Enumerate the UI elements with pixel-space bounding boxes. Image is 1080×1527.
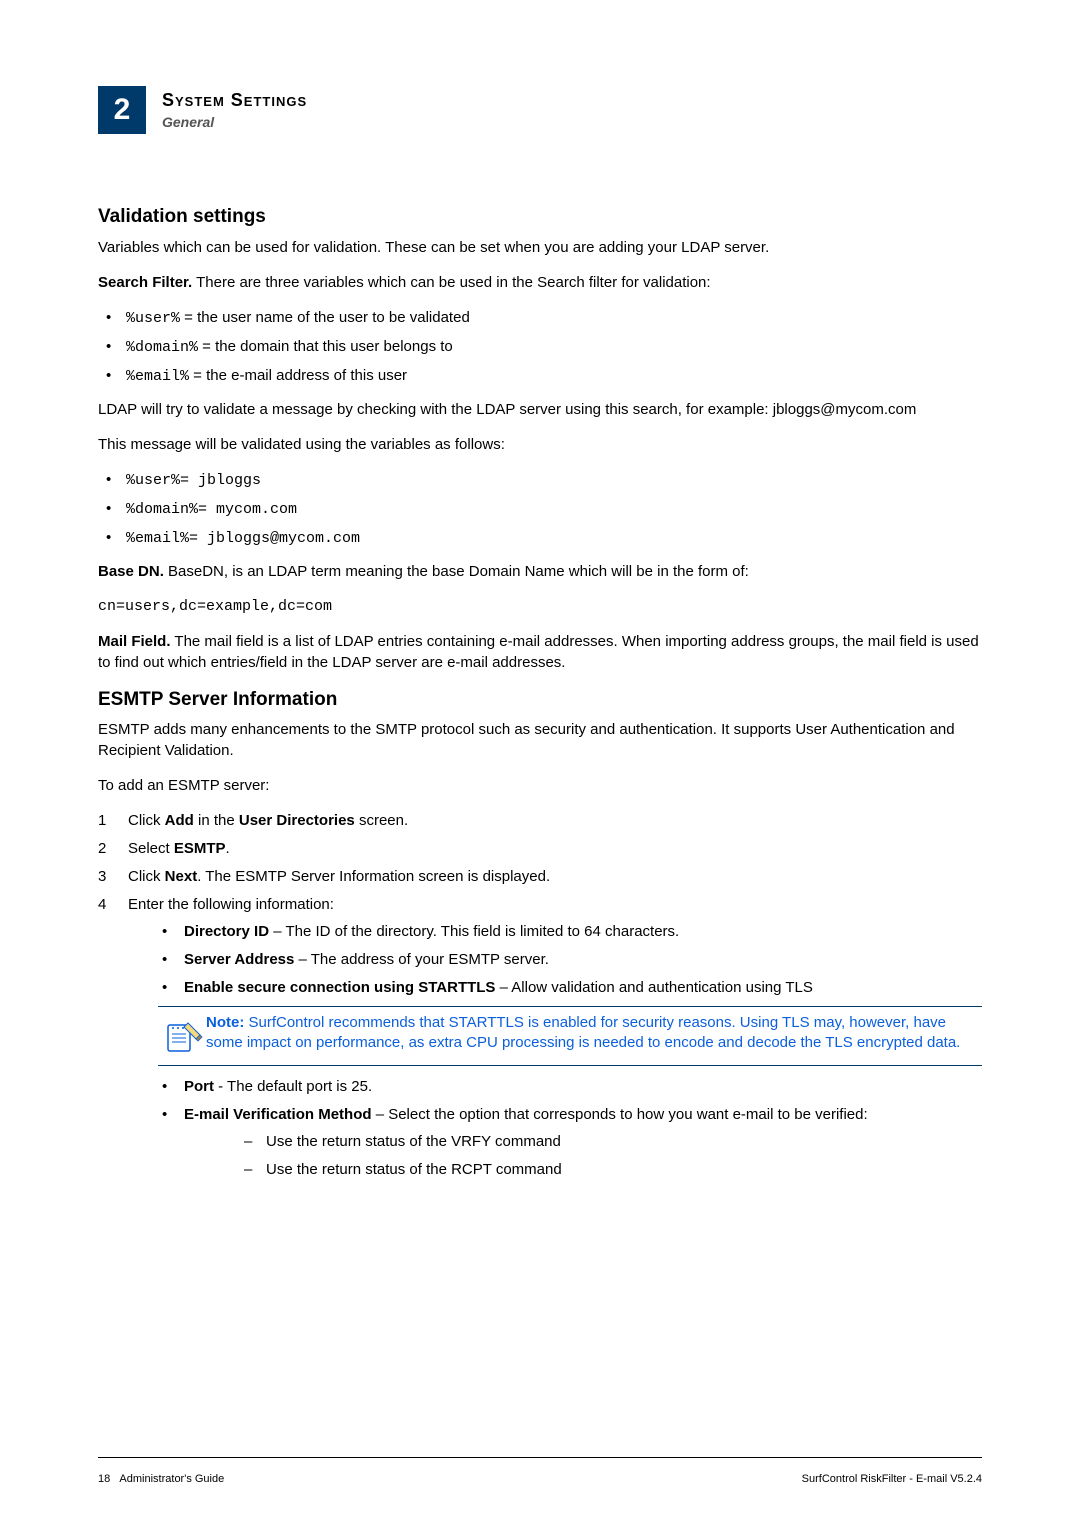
esmtp-add-intro: To add an ESMTP server: xyxy=(98,775,982,796)
list-item: %user%= jbloggs xyxy=(98,469,982,491)
step-4-fields: Directory ID – The ID of the directory. … xyxy=(128,921,982,998)
guide-name: Administrator's Guide xyxy=(119,1473,224,1485)
search-filter-label: Search Filter. xyxy=(98,274,192,291)
validated-code: %email%= jbloggs@mycom.com xyxy=(126,530,360,547)
step-text: Select ESMTP. xyxy=(128,840,230,857)
step-text: Click Add in the User Directories screen… xyxy=(128,812,408,829)
var-code: %domain% xyxy=(126,339,198,356)
mail-field-text: The mail field is a list of LDAP entries… xyxy=(98,633,979,671)
var-code: %email% xyxy=(126,368,189,385)
step-4: 4 Enter the following information: Direc… xyxy=(98,894,982,1180)
header-title: System Settings xyxy=(162,88,307,113)
field-verification: E-mail Verification Method – Select the … xyxy=(128,1104,982,1180)
step-text: Click Next. The ESMTP Server Information… xyxy=(128,868,550,885)
header-titles: System Settings General xyxy=(162,86,307,133)
validated-code: %domain%= mycom.com xyxy=(126,501,297,518)
list-item: %user% = the user name of the user to be… xyxy=(98,307,982,329)
list-item: %email%= jbloggs@mycom.com xyxy=(98,527,982,549)
chapter-number: 2 xyxy=(114,89,131,131)
base-dn-text: BaseDN, is an LDAP term meaning the base… xyxy=(164,563,749,580)
step-3: 3 Click Next. The ESMTP Server Informati… xyxy=(98,866,982,887)
field-port: Port - The default port is 25. xyxy=(128,1076,982,1097)
base-dn-label: Base DN. xyxy=(98,563,164,580)
list-item: %domain%= mycom.com xyxy=(98,498,982,520)
step-1: 1 Click Add in the User Directories scre… xyxy=(98,810,982,831)
footer-line: 18 Administrator's Guide SurfControl Ris… xyxy=(98,1472,982,1487)
note-body: SurfControl recommends that STARTTLS is … xyxy=(206,1014,960,1051)
search-filter-text: There are three variables which can be u… xyxy=(192,274,710,291)
search-filter-line: Search Filter. There are three variables… xyxy=(98,272,982,293)
ldap-try: LDAP will try to validate a message by c… xyxy=(98,399,982,420)
footer-rule xyxy=(98,1457,982,1458)
step-text: Enter the following information: xyxy=(128,896,334,913)
footer-left: 18 Administrator's Guide xyxy=(98,1472,224,1487)
heading-validation: Validation settings xyxy=(98,204,982,231)
mail-field-line: Mail Field. The mail field is a list of … xyxy=(98,631,982,673)
list-item: %email% = the e-mail address of this use… xyxy=(98,365,982,387)
page-header: 2 System Settings General xyxy=(98,86,982,134)
note-box: Note: SurfControl recommends that STARTT… xyxy=(158,1006,982,1066)
note-label: Note: xyxy=(206,1014,244,1031)
var-text: = the e-mail address of this user xyxy=(189,367,407,384)
validated-list: %user%= jbloggs %domain%= mycom.com %ema… xyxy=(98,469,982,549)
esmtp-intro: ESMTP adds many enhancements to the SMTP… xyxy=(98,719,982,761)
field-directory-id: Directory ID – The ID of the directory. … xyxy=(128,921,982,942)
field-starttls: Enable secure connection using STARTTLS … xyxy=(128,977,982,998)
verify-option: Use the return status of the VRFY comman… xyxy=(184,1131,982,1152)
footer-right: SurfControl RiskFilter - E-mail V5.2.4 xyxy=(802,1472,982,1487)
field-server-address: Server Address – The address of your ESM… xyxy=(128,949,982,970)
step-2: 2 Select ESMTP. xyxy=(98,838,982,859)
verify-option: Use the return status of the RCPT comman… xyxy=(184,1159,982,1180)
note-text: Note: SurfControl recommends that STARTT… xyxy=(206,1013,982,1059)
page-footer: 18 Administrator's Guide SurfControl Ris… xyxy=(98,1439,982,1487)
list-item: %domain% = the domain that this user bel… xyxy=(98,336,982,358)
validation-intro: Variables which can be used for validati… xyxy=(98,237,982,258)
step-4-fields-cont: Port - The default port is 25. E-mail Ve… xyxy=(128,1076,982,1180)
esmtp-steps: 1 Click Add in the User Directories scre… xyxy=(98,810,982,1180)
verification-options: Use the return status of the VRFY comman… xyxy=(184,1131,982,1180)
base-dn-line: Base DN. BaseDN, is an LDAP term meaning… xyxy=(98,561,982,582)
page-number: 18 xyxy=(98,1473,110,1485)
note-icon xyxy=(158,1013,206,1059)
validated-code: %user%= jbloggs xyxy=(126,472,261,489)
var-text: = the domain that this user belongs to xyxy=(198,338,453,355)
var-code: %user% xyxy=(126,310,180,327)
search-filter-vars: %user% = the user name of the user to be… xyxy=(98,307,982,387)
header-subtitle: General xyxy=(162,113,307,133)
chapter-number-box: 2 xyxy=(98,86,146,134)
base-dn-code: cn=users,dc=example,dc=com xyxy=(98,596,982,617)
validated-intro: This message will be validated using the… xyxy=(98,434,982,455)
mail-field-label: Mail Field. xyxy=(98,633,171,650)
heading-esmtp: ESMTP Server Information xyxy=(98,687,982,714)
var-text: = the user name of the user to be valida… xyxy=(180,309,470,326)
